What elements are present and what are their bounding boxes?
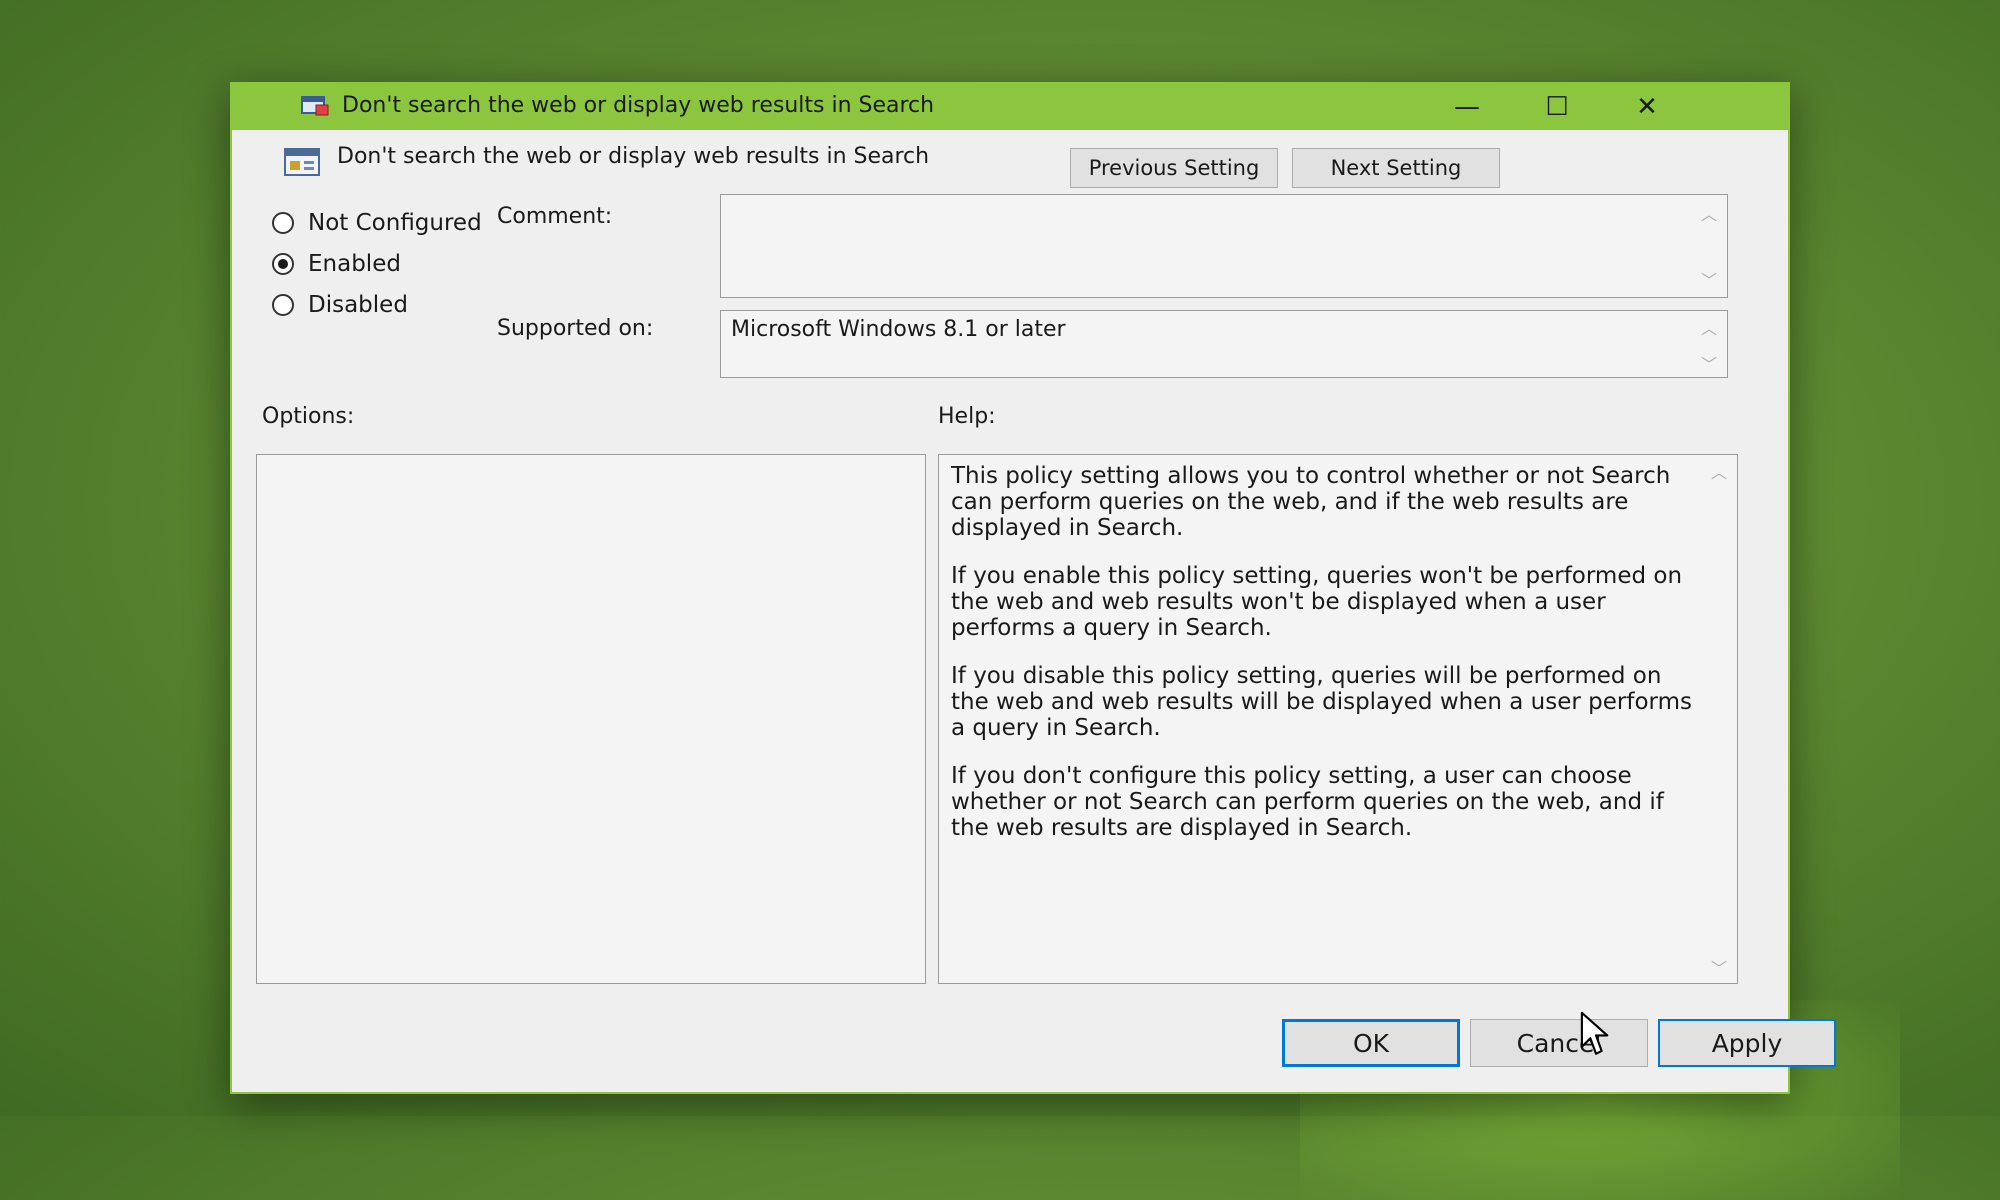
comment-label: Comment: [497, 204, 613, 229]
radio-label: Not Configured [308, 210, 482, 236]
scroll-up-icon[interactable]: ︿ [1699, 201, 1719, 225]
help-paragraph: This policy setting allows you to contro… [951, 463, 1671, 541]
close-icon: ✕ [1636, 92, 1658, 122]
radio-enabled[interactable]: Enabled [272, 251, 401, 277]
window-title: Don't search the web or display web resu… [342, 93, 935, 118]
scroll-up-icon[interactable]: ︿ [1699, 315, 1719, 339]
radio-label: Disabled [308, 292, 408, 318]
previous-setting-button[interactable]: Previous Setting [1070, 148, 1278, 188]
supported-on-label: Supported on: [497, 316, 654, 341]
minimize-icon: — [1454, 92, 1480, 122]
radio-circle[interactable] [272, 253, 294, 275]
options-panel [256, 454, 926, 984]
scroll-up-icon[interactable]: ︿ [1709, 459, 1729, 483]
help-text: This policy setting allows you to contro… [951, 463, 1697, 863]
scroll-down-icon[interactable]: ﹀ [1699, 267, 1719, 291]
policy-title: Don't search the web or display web resu… [337, 144, 930, 169]
next-setting-button[interactable]: Next Setting [1292, 148, 1500, 188]
comment-field[interactable]: ︿ ﹀ [720, 194, 1728, 298]
supported-on-field: Microsoft Windows 8.1 or later ︿ ﹀ [720, 310, 1728, 378]
radio-label: Enabled [308, 251, 401, 277]
maximize-button[interactable]: ☐ [1522, 84, 1592, 130]
help-paragraph: If you enable this policy setting, queri… [951, 563, 1683, 641]
scroll-down-icon[interactable]: ﹀ [1699, 351, 1719, 375]
minimize-button[interactable]: — [1432, 84, 1502, 130]
apply-button[interactable]: Apply [1658, 1019, 1836, 1067]
policy-setting-icon [284, 148, 320, 176]
ok-button[interactable]: OK [1282, 1019, 1460, 1067]
policy-dialog: Don't search the web or display web resu… [230, 82, 1836, 1094]
radio-circle[interactable] [272, 294, 294, 316]
maximize-icon: ☐ [1545, 92, 1569, 122]
title-bar[interactable]: Don't search the web or display web resu… [232, 84, 1788, 130]
cancel-button[interactable]: Cancel [1470, 1019, 1648, 1067]
radio-not-configured[interactable]: Not Configured [272, 210, 482, 236]
mouse-pointer-icon [1580, 1011, 1609, 1055]
radio-circle[interactable] [272, 212, 294, 234]
help-paragraph: If you disable this policy setting, quer… [951, 663, 1692, 741]
options-label: Options: [262, 404, 355, 429]
close-button[interactable]: ✕ [1612, 84, 1682, 130]
supported-on-value: Microsoft Windows 8.1 or later [731, 317, 1066, 342]
help-paragraph: If you don't configure this policy setti… [951, 763, 1664, 841]
radio-disabled[interactable]: Disabled [272, 292, 408, 318]
help-panel[interactable]: This policy setting allows you to contro… [938, 454, 1738, 984]
scroll-down-icon[interactable]: ﹀ [1709, 955, 1729, 979]
help-label: Help: [938, 404, 996, 429]
group-policy-icon [301, 96, 329, 116]
